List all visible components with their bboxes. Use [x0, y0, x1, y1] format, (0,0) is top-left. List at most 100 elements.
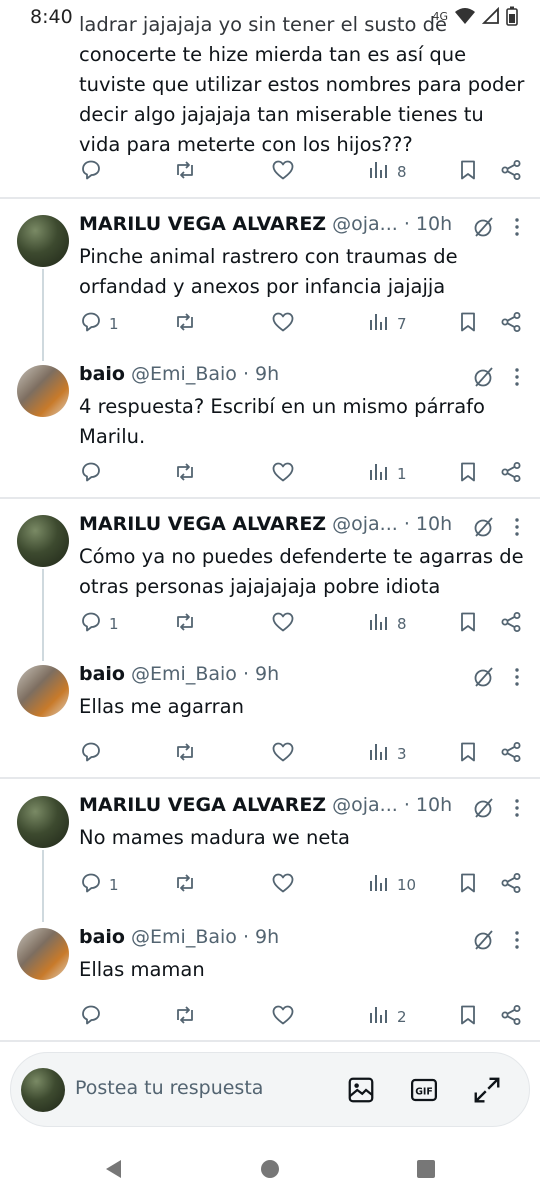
- views-button[interactable]: 8: [367, 157, 407, 187]
- expand-icon[interactable]: [472, 1075, 502, 1105]
- display-name[interactable]: baio: [79, 663, 125, 685]
- bookmark-button[interactable]: [456, 157, 480, 187]
- share-button[interactable]: [499, 459, 523, 489]
- retweet-button[interactable]: [173, 1002, 197, 1032]
- share-button[interactable]: [499, 309, 523, 339]
- views-button[interactable]: 8: [367, 609, 407, 639]
- grok-icon[interactable]: [472, 928, 496, 952]
- reply-button[interactable]: 1: [79, 309, 119, 339]
- back-icon[interactable]: [103, 1158, 125, 1180]
- more-icon[interactable]: [512, 665, 522, 689]
- svg-text:GIF: GIF: [415, 1086, 433, 1097]
- bookmark-button[interactable]: [456, 1002, 480, 1032]
- more-icon[interactable]: [512, 928, 522, 952]
- like-button[interactable]: [271, 870, 295, 900]
- bookmark-button[interactable]: [456, 309, 480, 339]
- display-name[interactable]: baio: [79, 926, 125, 948]
- reply-button[interactable]: [79, 1002, 109, 1032]
- grok-icon[interactable]: [472, 515, 496, 539]
- divider: [0, 777, 540, 779]
- display-name[interactable]: MARILU VEGA ALVAREZ: [79, 513, 326, 535]
- grok-icon[interactable]: [472, 365, 496, 389]
- share-button[interactable]: [499, 1002, 523, 1032]
- views-button[interactable]: 7: [367, 309, 407, 339]
- like-button[interactable]: [271, 459, 295, 489]
- tweet-header: baio @Emi_Baio · 9h: [79, 663, 529, 693]
- avatar[interactable]: [17, 665, 69, 717]
- views-count: 10: [397, 876, 417, 894]
- bookmark-icon: [456, 740, 480, 768]
- retweet-button[interactable]: [173, 459, 197, 489]
- handle-time: @Emi_Baio · 9h: [131, 363, 280, 385]
- reply-icon: [79, 460, 103, 488]
- more-icon[interactable]: [512, 796, 522, 820]
- like-icon: [271, 610, 295, 638]
- retweet-button[interactable]: [173, 157, 197, 187]
- home-icon[interactable]: [260, 1158, 280, 1180]
- handle-time: @Emi_Baio · 9h: [131, 663, 280, 685]
- display-name[interactable]: MARILU VEGA ALVAREZ: [79, 794, 326, 816]
- like-button[interactable]: [271, 157, 295, 187]
- avatar[interactable]: [17, 515, 69, 567]
- image-icon[interactable]: [346, 1075, 376, 1105]
- avatar[interactable]: [17, 796, 69, 848]
- recents-icon[interactable]: [416, 1158, 436, 1180]
- retweet-button[interactable]: [173, 739, 197, 769]
- reply-button[interactable]: [79, 157, 109, 187]
- retweet-icon: [173, 610, 197, 638]
- thread-line: [42, 850, 44, 922]
- bookmark-button[interactable]: [456, 739, 480, 769]
- tweet-text: 4 respuesta? Escribí en un mismo párrafo…: [79, 395, 485, 448]
- views-button[interactable]: 3: [367, 739, 407, 769]
- tweet-header: baio @Emi_Baio · 9h: [79, 363, 529, 393]
- reply-icon: [79, 1003, 103, 1031]
- like-button[interactable]: [271, 609, 295, 639]
- reply-icon: [79, 871, 103, 899]
- gif-icon[interactable]: GIF: [409, 1075, 439, 1105]
- retweet-icon: [173, 310, 197, 338]
- like-button[interactable]: [271, 1002, 295, 1032]
- more-icon[interactable]: [512, 515, 522, 539]
- reply-button[interactable]: 1: [79, 609, 119, 639]
- bookmark-button[interactable]: [456, 459, 480, 489]
- share-icon: [499, 610, 523, 638]
- bookmark-button[interactable]: [456, 870, 480, 900]
- display-name[interactable]: baio: [79, 363, 125, 385]
- more-icon[interactable]: [512, 215, 522, 239]
- retweet-button[interactable]: [173, 870, 197, 900]
- views-icon: [367, 871, 391, 899]
- status-bar: 8:40 4G: [0, 0, 540, 34]
- grok-icon[interactable]: [472, 215, 496, 239]
- avatar[interactable]: [17, 365, 69, 417]
- retweet-button[interactable]: [173, 309, 197, 339]
- like-button[interactable]: [271, 739, 295, 769]
- retweet-button[interactable]: [173, 609, 197, 639]
- status-time: 8:40: [30, 6, 73, 28]
- reply-button[interactable]: [79, 459, 109, 489]
- retweet-icon: [173, 158, 197, 186]
- reply-button[interactable]: 1: [79, 870, 119, 900]
- avatar[interactable]: [17, 928, 69, 980]
- views-icon: [367, 158, 391, 186]
- views-button[interactable]: 2: [367, 1002, 407, 1032]
- share-button[interactable]: [499, 739, 523, 769]
- share-button[interactable]: [499, 609, 523, 639]
- reply-button[interactable]: [79, 739, 109, 769]
- more-icon[interactable]: [512, 365, 522, 389]
- handle-time: @oja... · 10h: [332, 213, 453, 235]
- like-icon: [271, 460, 295, 488]
- views-icon: [367, 740, 391, 768]
- grok-icon[interactable]: [472, 796, 496, 820]
- display-name[interactable]: MARILU VEGA ALVAREZ: [79, 213, 326, 235]
- share-button[interactable]: [499, 157, 523, 187]
- reply-composer[interactable]: Postea tu respuesta GIF: [10, 1052, 530, 1127]
- bookmark-button[interactable]: [456, 609, 480, 639]
- avatar[interactable]: [17, 215, 69, 267]
- views-button[interactable]: 10: [367, 870, 416, 900]
- views-button[interactable]: 1: [367, 459, 407, 489]
- grok-icon[interactable]: [472, 665, 496, 689]
- action-bar: 2: [79, 1002, 529, 1032]
- reply-input[interactable]: Postea tu respuesta: [75, 1077, 263, 1099]
- share-button[interactable]: [499, 870, 523, 900]
- like-button[interactable]: [271, 309, 295, 339]
